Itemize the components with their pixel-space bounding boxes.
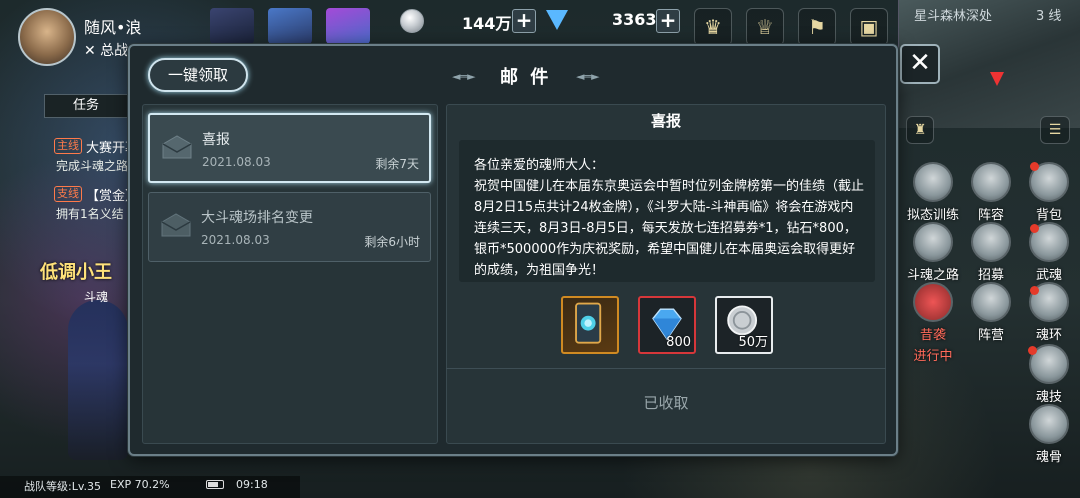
player-power: ✕ 总战 [84, 43, 129, 59]
mail-title: 喜报 [202, 132, 230, 148]
event-icon[interactable] [268, 8, 312, 44]
task-desc[interactable]: 拥有1名义结 [56, 205, 124, 222]
recruit-icon [971, 222, 1011, 262]
camp-icon [971, 282, 1011, 322]
title-ornament-icon: ◄═► [576, 70, 600, 83]
raid-icon [913, 282, 953, 322]
player-character[interactable] [68, 300, 128, 460]
envelope-icon [162, 135, 192, 159]
reward-quantity: 800 [666, 335, 691, 350]
menu-recruit[interactable]: 招募 [960, 222, 1022, 283]
ranking-icon[interactable]: ⚑ [798, 8, 836, 46]
mail-body: 祝贺中国健儿在本届东京奥运会中暂时位列金牌榜第一的佳绩（截止8月2日15点共计2… [474, 179, 865, 278]
map-name: 星斗森林深处 [914, 9, 993, 24]
menu-martial-soul[interactable]: 武魂 [1018, 222, 1080, 283]
mail-detail-title: 喜报 [650, 112, 681, 130]
castle-icon[interactable]: ♜ [906, 116, 934, 144]
menu-lineup[interactable]: 阵容 [960, 162, 1022, 223]
mail-remaining: 剩余7天 [375, 157, 419, 171]
dialog-title: 邮 件 [500, 67, 552, 88]
reward-silver[interactable]: 50万 [715, 296, 773, 354]
menu-soul-ring[interactable]: 魂环 [1018, 282, 1080, 343]
coin-amount: 144万 [462, 14, 512, 33]
map-line: 3 线 [1036, 9, 1062, 24]
clock-time: 09:18 [236, 478, 268, 491]
soul-road-icon [913, 222, 953, 262]
envelope-icon [161, 213, 191, 237]
diamond-amount: 3363 [612, 10, 657, 29]
task-tag-main: 主线 [54, 138, 82, 154]
reward-quantity: 50万 [738, 335, 768, 350]
claim-all-button[interactable]: 一键领取 [148, 58, 248, 92]
menu-camp[interactable]: 阵营 [960, 282, 1022, 343]
menu-soul-bone[interactable]: 魂骨 [1018, 404, 1080, 465]
reward-card[interactable] [561, 296, 619, 354]
reward-diamond[interactable]: 800 [638, 296, 696, 354]
diamond-icon [546, 10, 568, 30]
team-level: 战队等级:Lv.35 [24, 480, 101, 493]
hero-portrait-icon[interactable] [210, 8, 254, 44]
menu-backpack[interactable]: 背包 [1018, 162, 1080, 223]
character-class: 斗魂 [84, 290, 109, 304]
mail-date: 2021.08.03 [201, 233, 270, 247]
lineup-icon [971, 162, 1011, 202]
task-tag-side: 支线 [54, 186, 82, 202]
close-button[interactable]: ✕ [900, 44, 940, 84]
menu-soul-skill[interactable]: 魂技 [1018, 344, 1080, 405]
soul-bone-icon [1029, 404, 1069, 444]
gift-box-icon[interactable]: ♛ [694, 8, 732, 46]
silver-coin-icon [400, 9, 424, 33]
menu-mimic-training[interactable]: 拟态训练 [902, 162, 964, 223]
add-coins-button[interactable]: + [512, 9, 536, 33]
mail-item[interactable]: 大斗魂场排名变更 2021.08.03 剩余6小时 [148, 192, 431, 262]
add-diamonds-button[interactable]: + [656, 9, 680, 33]
title-ornament-icon: ◄═► [452, 70, 476, 83]
mail-greeting: 各位亲爱的魂师大人： [474, 158, 605, 173]
character-title: 低调小王 [40, 262, 112, 283]
divider [446, 368, 886, 369]
menu-raid[interactable]: 昔袭 进行中 [902, 282, 964, 364]
claimed-status: 已收取 [643, 394, 689, 412]
player-avatar[interactable] [18, 8, 76, 66]
task-desc[interactable]: 完成斗魂之路 [56, 157, 128, 174]
player-name: 随风•浪 [84, 18, 142, 37]
notification-dot [1028, 346, 1037, 355]
menu-soul-road[interactable]: 斗魂之路 [902, 222, 964, 283]
map-marker-icon [990, 72, 1004, 86]
task-tab[interactable]: 任务 [44, 94, 128, 118]
mail-title: 大斗魂场排名变更 [201, 210, 313, 226]
book-icon[interactable]: ☰ [1040, 116, 1070, 144]
mail-item[interactable]: 喜报 2021.08.03 剩余7天 [148, 113, 431, 183]
notification-dot [1030, 224, 1039, 233]
notification-dot [1030, 162, 1039, 171]
trophy-icon[interactable]: ♕ [746, 8, 784, 46]
gift-icon[interactable] [326, 8, 370, 44]
mail-remaining: 剩余6小时 [364, 235, 420, 249]
notification-dot [1030, 286, 1039, 295]
mail-date: 2021.08.03 [202, 155, 271, 169]
battery-icon [206, 480, 224, 489]
chest-icon[interactable]: ▣ [850, 8, 888, 46]
training-icon [913, 162, 953, 202]
exp-value: EXP 70.2% [110, 478, 170, 491]
card-icon [575, 302, 602, 344]
